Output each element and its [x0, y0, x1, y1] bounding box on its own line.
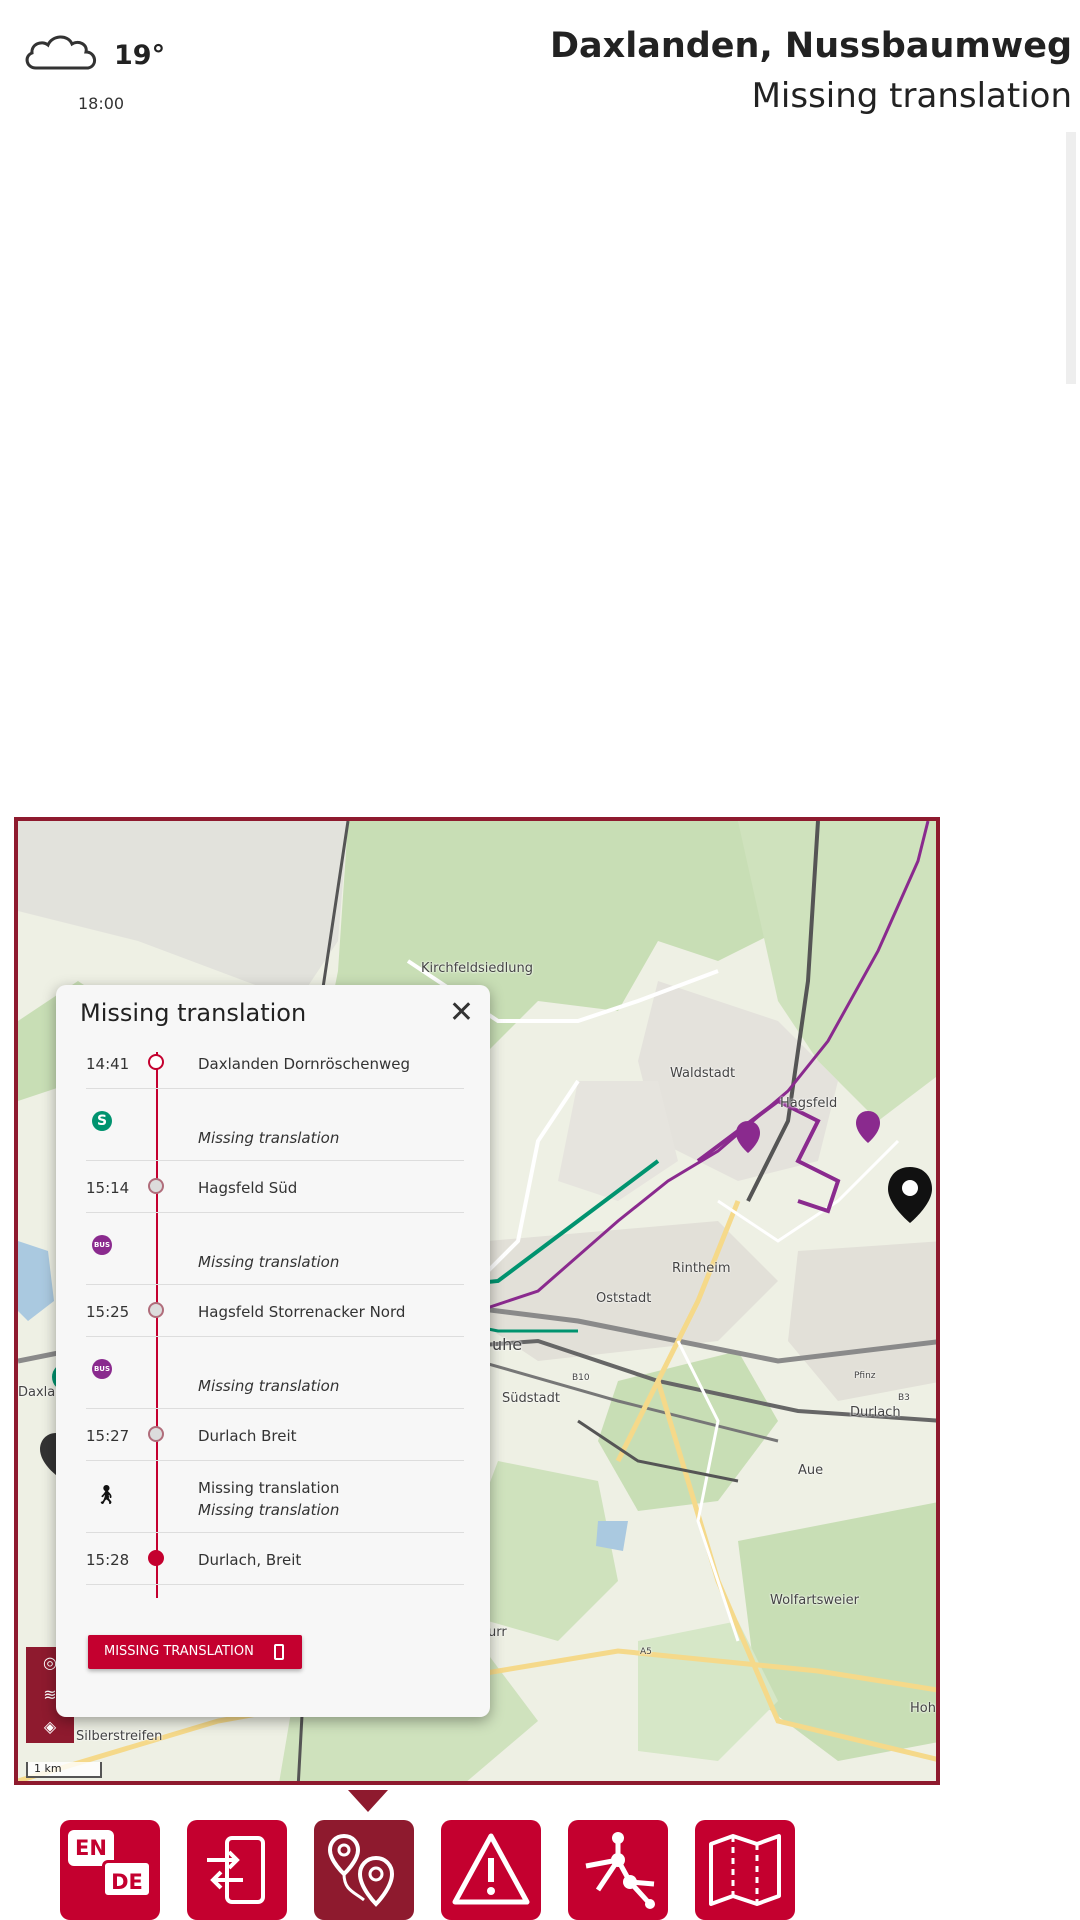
trip-leg-row: 🚶︎ Missing translation Missing translati… — [86, 1461, 464, 1533]
phone-icon — [274, 1644, 284, 1660]
map-icon — [709, 1834, 781, 1906]
trip-leg-row: BUS Missing translation — [86, 1337, 464, 1409]
trip-leg-row: S Missing translation — [86, 1089, 464, 1161]
trip-stop-row: 14:41 Daxlanden Dornröschenweg — [86, 1037, 464, 1089]
map-label: Silberstreifen — [76, 1729, 163, 1744]
walk-icon: 🚶︎ — [94, 1484, 119, 1506]
temperature: 19° — [114, 40, 166, 71]
button-label: MISSING TRANSLATION — [104, 1644, 254, 1659]
stop-dot — [148, 1302, 164, 1318]
trip-details-panel: Missing translation ✕ 14:41 Daxlanden Do… — [56, 985, 490, 1717]
map-label: Südstadt — [502, 1391, 560, 1406]
route-map-icon — [327, 1833, 395, 1907]
stop-time: 15:27 — [86, 1427, 130, 1445]
send-to-phone-button[interactable]: MISSING TRANSLATION — [88, 1635, 302, 1669]
map-label: Oststadt — [596, 1291, 652, 1306]
map-label: Waldstadt — [670, 1066, 736, 1081]
map-label: urr — [488, 1625, 507, 1640]
stop-label: Durlach Breit — [198, 1427, 297, 1445]
leg-label: Missing translation — [198, 1479, 340, 1497]
stop-dot — [148, 1054, 164, 1070]
map-label: uhe — [492, 1335, 523, 1354]
map-label: Wolfartsweier — [770, 1593, 860, 1608]
stop-dot — [148, 1178, 164, 1194]
language-de: DE — [102, 1860, 152, 1898]
active-indicator — [348, 1790, 388, 1812]
network-icon — [585, 1832, 655, 1909]
stop-label: Daxlanden Dornröschenweg — [198, 1055, 410, 1073]
trip-stop-row: 15:27 Durlach Breit — [86, 1409, 464, 1461]
map-label: Kirchfeldsiedlung — [421, 961, 533, 976]
trip-stop-row: 15:25 Hagsfeld Storrenacker Nord — [86, 1285, 464, 1337]
weather-widget: 19° 18:00 — [22, 30, 182, 120]
map-label: Rintheim — [672, 1261, 731, 1276]
map-label: Hoh — [910, 1701, 936, 1716]
map-label: A5 — [640, 1647, 652, 1657]
bus-icon: BUS — [92, 1359, 112, 1379]
weather-time: 18:00 — [78, 94, 125, 113]
map-label: Pfinz — [854, 1371, 876, 1381]
stop-dot — [148, 1426, 164, 1442]
stop-name: Daxlanden, Nussbaumweg — [549, 26, 1072, 66]
bottom-navigation: EN DE — [0, 1790, 1080, 1920]
phone-transfer-icon — [207, 1836, 265, 1904]
map-label: Aue — [798, 1463, 824, 1478]
trip-stop-row: 15:28 Durlach, Breit — [86, 1533, 464, 1585]
bus-icon: BUS — [92, 1235, 112, 1255]
leg-sublabel: Missing translation — [198, 1501, 340, 1519]
leg-label: Missing translation — [198, 1253, 340, 1271]
trip-stop-row: 15:14 Hagsfeld Süd — [86, 1161, 464, 1213]
disruptions-button[interactable] — [441, 1820, 541, 1920]
stop-subtitle: Missing translation — [751, 76, 1072, 116]
map-label: B10 — [572, 1373, 590, 1383]
stop-time: 15:28 — [86, 1551, 130, 1569]
panel-title: Missing translation — [80, 999, 307, 1027]
map-label: Hagsfeld — [780, 1096, 838, 1111]
cloud-icon — [25, 35, 96, 70]
stop-dot — [148, 1550, 164, 1566]
leg-label: Missing translation — [198, 1377, 340, 1395]
map-label: B3 — [898, 1393, 910, 1403]
trip-leg-row: BUS Missing translation — [86, 1213, 464, 1285]
city-map-button[interactable] — [695, 1820, 795, 1920]
close-icon[interactable]: ✕ — [449, 995, 474, 1030]
s-bahn-icon: S — [92, 1111, 112, 1131]
transfer-to-phone-button[interactable] — [187, 1820, 287, 1920]
map-scale: 1 km — [26, 1762, 102, 1778]
warning-icon — [452, 1833, 530, 1905]
language-button[interactable]: EN DE — [60, 1820, 160, 1920]
stop-label: Hagsfeld Storrenacker Nord — [198, 1303, 406, 1321]
leg-label: Missing translation — [198, 1129, 340, 1147]
header: 19° 18:00 Daxlanden, Nussbaumweg Missing… — [0, 0, 1080, 130]
network-plan-button[interactable] — [568, 1820, 668, 1920]
scrollbar[interactable] — [1066, 132, 1076, 384]
stop-time: 15:14 — [86, 1179, 130, 1197]
stop-time: 15:25 — [86, 1303, 130, 1321]
map-label: Durlach — [850, 1405, 901, 1420]
stop-label: Durlach, Breit — [198, 1551, 302, 1569]
route-map-button[interactable] — [314, 1820, 414, 1920]
stop-label: Hagsfeld Süd — [198, 1179, 298, 1197]
stop-time: 14:41 — [86, 1055, 130, 1073]
